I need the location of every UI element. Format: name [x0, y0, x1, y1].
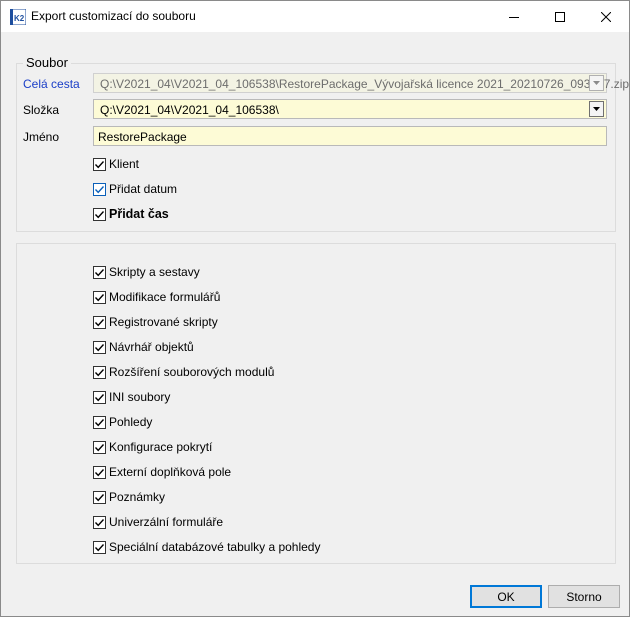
- checkmark-icon: [94, 293, 105, 301]
- export-content-checkbox[interactable]: Modifikace formulářů: [93, 289, 220, 305]
- checkmark-icon: [94, 185, 105, 193]
- export-content-checkbox-label: Poznámky: [109, 490, 166, 504]
- export-content-checkbox-label: Skripty a sestavy: [109, 265, 200, 279]
- checkmark-icon: [94, 468, 105, 476]
- checkbox-box: [93, 340, 106, 354]
- name-value: RestorePackage: [98, 130, 187, 144]
- maximize-icon: [555, 11, 565, 22]
- export-content-checkbox-label: Externí doplňková pole: [109, 465, 232, 479]
- export-content-checkbox-label: Univerzální formuláře: [109, 515, 224, 529]
- checkmark-icon: [94, 393, 105, 401]
- checkmark-icon: [94, 368, 105, 376]
- checkmark-icon: [94, 443, 105, 451]
- export-content-checkbox[interactable]: INI soubory: [93, 389, 170, 405]
- client-checkbox[interactable]: Klient: [93, 156, 139, 172]
- checkbox-box: [93, 182, 106, 196]
- export-content-checkbox[interactable]: Externí doplňková pole: [93, 464, 231, 480]
- export-content-checkbox[interactable]: Registrované skripty: [93, 314, 218, 330]
- minimize-icon: [509, 16, 519, 18]
- export-content-checkbox[interactable]: Univerzální formuláře: [93, 514, 223, 530]
- add-time-checkbox[interactable]: Přidat čas: [93, 206, 169, 222]
- cancel-button[interactable]: Storno: [548, 585, 620, 608]
- checkbox-box: [93, 265, 106, 279]
- folder-combobox[interactable]: Q:\V2021_04\V2021_04_106538\: [93, 99, 607, 119]
- export-content-checkbox-label: Pohledy: [109, 415, 153, 429]
- checkbox-box: [93, 440, 106, 454]
- add-date-checkbox[interactable]: Přidat datum: [93, 181, 177, 197]
- export-content-checkbox[interactable]: Rozšíření souborových modulů: [93, 364, 274, 380]
- checkmark-icon: [94, 418, 105, 426]
- checkbox-box: [93, 157, 106, 171]
- window-title: Export customizací do souboru: [31, 9, 196, 23]
- name-label: Jméno: [23, 130, 60, 144]
- checkmark-icon: [94, 493, 105, 501]
- client-checkbox-label: Klient: [109, 157, 140, 171]
- export-content-checkbox[interactable]: Speciální databázové tabulky a pohledy: [93, 539, 320, 555]
- ok-button[interactable]: OK: [470, 585, 542, 608]
- export-content-checkbox[interactable]: Poznámky: [93, 489, 165, 505]
- checkmark-icon: [94, 268, 105, 276]
- checkmark-icon: [94, 318, 105, 326]
- export-content-checkbox-label: Konfigurace pokrytí: [109, 440, 213, 454]
- name-input[interactable]: RestorePackage: [93, 126, 607, 146]
- checkbox-box: [93, 465, 106, 479]
- k2-app-icon: K2: [9, 8, 27, 26]
- app-icon-text: K2: [14, 14, 25, 23]
- checkmark-icon: [94, 518, 105, 526]
- export-content-checkbox-label: Speciální databázové tabulky a pohledy: [109, 540, 321, 554]
- folder-dropdown-button[interactable]: [589, 101, 604, 117]
- close-button[interactable]: [583, 1, 629, 32]
- export-content-checkbox[interactable]: Pohledy: [93, 414, 152, 430]
- full-path-combobox: Q:\V2021_04\V2021_04_106538\RestorePacka…: [93, 73, 629, 93]
- add-time-checkbox-label: Přidat čas: [109, 207, 169, 221]
- checkbox-box: [93, 515, 106, 529]
- checkmark-icon: [94, 343, 105, 351]
- checkbox-box: [93, 290, 106, 304]
- checkbox-box: [93, 490, 106, 504]
- export-content-checkbox-label: Registrované skripty: [109, 315, 218, 329]
- export-content-checkbox[interactable]: Návrhář objektů: [93, 339, 194, 355]
- export-content-checkbox[interactable]: Skripty a sestavy: [93, 264, 200, 280]
- export-content-checkbox-label: Návrhář objektů: [109, 340, 194, 354]
- checkbox-box: [93, 365, 106, 379]
- checkbox-box: [93, 315, 106, 329]
- title-bar[interactable]: K2 Export customizací do souboru: [1, 1, 629, 32]
- chevron-down-icon: [593, 81, 600, 85]
- checkbox-box: [93, 540, 106, 554]
- checkmark-icon: [94, 160, 105, 168]
- full-path-dropdown-button: [589, 75, 604, 91]
- chevron-down-icon: [593, 107, 600, 111]
- checkbox-box: [93, 207, 106, 221]
- export-content-checkbox-label: Rozšíření souborových modulů: [109, 365, 275, 379]
- export-content-checkbox[interactable]: Konfigurace pokrytí: [93, 439, 212, 455]
- checkbox-box: [93, 390, 106, 404]
- checkmark-icon: [94, 210, 105, 218]
- minimize-button[interactable]: [491, 1, 537, 32]
- full-path-value: Q:\V2021_04\V2021_04_106538\RestorePacka…: [100, 77, 630, 91]
- folder-label: Složka: [23, 103, 60, 117]
- file-group-legend: Soubor: [23, 55, 71, 70]
- folder-value: Q:\V2021_04\V2021_04_106538\: [100, 103, 279, 117]
- export-dialog: K2 Export customizací do souboru Soubor …: [0, 0, 630, 617]
- maximize-button[interactable]: [537, 1, 583, 32]
- checkbox-box: [93, 415, 106, 429]
- export-content-checkbox-label: INI soubory: [109, 390, 171, 404]
- checkmark-icon: [94, 543, 105, 551]
- full-path-label[interactable]: Celá cesta: [23, 77, 80, 91]
- close-icon: [601, 11, 611, 22]
- add-date-checkbox-label: Přidat datum: [109, 182, 178, 196]
- export-content-checkbox-label: Modifikace formulářů: [109, 290, 221, 304]
